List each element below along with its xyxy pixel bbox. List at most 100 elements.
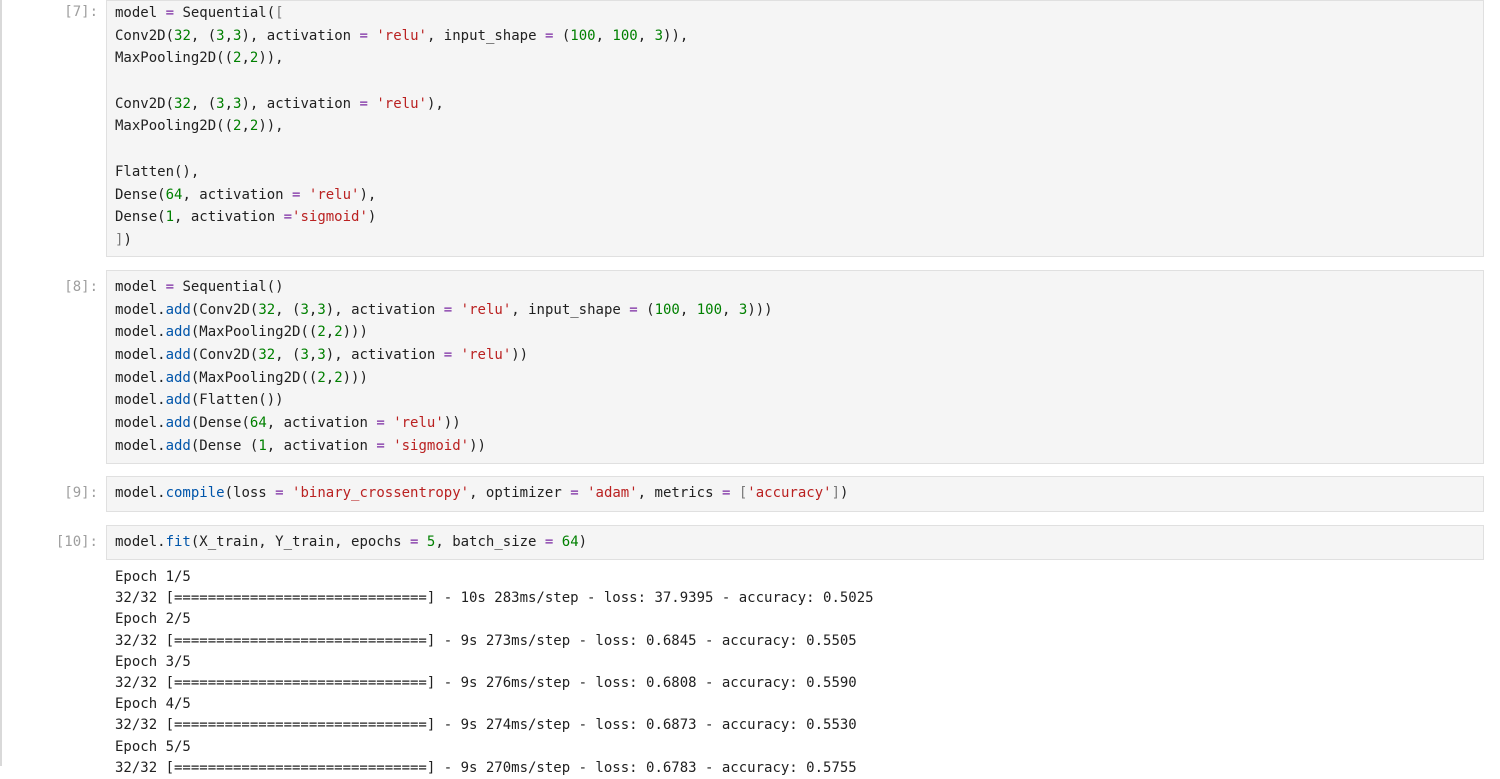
code-token: (Dense( (190, 415, 250, 432)
code-cell-input[interactable]: model = Sequential([Conv2D(32, (3,3), ac… (106, 0, 1484, 257)
cell-prompt: [10]: (55, 534, 98, 550)
code-cell-input[interactable]: model.fit(X_train, Y_train, epochs = 5, … (106, 525, 1484, 560)
code-token: 3 (317, 301, 326, 318)
code-token: model. (115, 415, 166, 432)
code-token: 3 (216, 95, 225, 112)
code-line: model = Sequential() (115, 276, 773, 299)
code-token: add (165, 437, 191, 454)
code-token: )) (443, 415, 461, 432)
code-token: ( (637, 301, 655, 318)
cell-prompt: [9]: (64, 485, 98, 501)
code-token: add (165, 324, 191, 341)
code-editor[interactable]: model.fit(X_train, Y_train, epochs = 5, … (115, 531, 587, 554)
code-cell-input[interactable]: model = Sequential() model.add(Conv2D(32,… (106, 270, 1484, 464)
code-token: (Conv2D( (190, 301, 259, 318)
output-line: 32/32 [==============================] -… (115, 674, 857, 691)
code-token: , batch_size (435, 534, 545, 550)
code-token: 1 (165, 209, 175, 226)
code-token: model. (115, 485, 166, 501)
code-token: ))) (342, 324, 368, 341)
code-token: = (165, 279, 175, 295)
code-token: 'relu' (460, 301, 512, 318)
code-token: 2 (317, 324, 326, 341)
code-token: ), activation (241, 95, 360, 112)
code-token: add (165, 415, 191, 432)
cell-prompt: [7]: (64, 4, 98, 20)
code-token: 'binary_crossentropy' (292, 485, 470, 501)
output-line: 32/32 [==============================] -… (115, 590, 874, 607)
code-token: [ (275, 5, 284, 21)
code-line: model.compile(loss = 'binary_crossentrop… (115, 482, 848, 505)
code-token: 32 (174, 95, 191, 112)
code-token: = (283, 209, 293, 226)
code-token: ), activation (325, 301, 444, 318)
code-token: 1 (258, 437, 267, 454)
code-token: )), (663, 27, 689, 44)
code-token: 3 (300, 347, 309, 364)
code-token: ) (123, 231, 132, 248)
code-token: 'relu' (460, 347, 512, 364)
code-token: (Conv2D( (190, 347, 259, 364)
code-token: add (165, 369, 191, 386)
code-token: , (325, 324, 335, 341)
code-editor[interactable]: model = Sequential() model.add(Conv2D(32,… (115, 276, 773, 458)
code-token: = (443, 301, 453, 318)
code-token: ] (831, 485, 841, 501)
code-token: , (637, 27, 655, 44)
code-token: add (165, 301, 191, 318)
code-token: add (165, 347, 191, 364)
code-token: ))) (342, 369, 368, 386)
code-token: , input_shape (511, 301, 630, 318)
code-token: 100 (654, 301, 680, 318)
code-token: 'relu' (308, 186, 360, 203)
code-token: (Flatten()) (190, 392, 284, 409)
code-editor[interactable]: model.compile(loss = 'binary_crossentrop… (115, 482, 848, 505)
code-token: = (275, 485, 284, 501)
code-token: , metrics (637, 485, 722, 501)
cell-prompt: [8]: (64, 279, 98, 295)
code-line: ]) (115, 229, 688, 252)
code-token: , input_shape (426, 27, 545, 44)
code-line: model.fit(X_train, Y_train, epochs = 5, … (115, 531, 587, 554)
code-token: = (629, 301, 638, 318)
code-token: 100 (570, 27, 596, 44)
output-line: Epoch 2/5 (115, 611, 191, 628)
code-token: , (722, 301, 739, 318)
code-token: Sequential() (174, 279, 284, 295)
code-token: )), (258, 118, 284, 135)
output-line: Epoch 4/5 (115, 696, 191, 713)
code-token: , ( (190, 95, 217, 112)
code-token: , ( (275, 347, 301, 364)
code-token: ), (359, 186, 377, 203)
code-token: (MaxPooling2D(( (190, 324, 318, 341)
code-token: 2 (334, 324, 343, 341)
code-token: 100 (696, 301, 723, 318)
code-editor[interactable]: model = Sequential([Conv2D(32, (3,3), ac… (115, 2, 688, 252)
code-token: = (570, 485, 579, 501)
code-line: model.add(MaxPooling2D((2,2))) (115, 367, 773, 390)
code-token: ), activation (241, 27, 360, 44)
code-line: model.add(Conv2D(32, (3,3), activation =… (115, 299, 773, 322)
code-token: , (241, 118, 250, 135)
code-token: 'sigmoid' (292, 209, 368, 226)
code-token: model. (115, 301, 166, 318)
code-line: model = Sequential([ (115, 2, 688, 25)
code-line: Dense(1, activation ='sigmoid') (115, 206, 688, 229)
code-token: (loss (224, 485, 276, 501)
notebook-left-border (0, 0, 2, 766)
code-cell-input[interactable]: model.compile(loss = 'binary_crossentrop… (106, 476, 1484, 512)
code-token: model. (115, 324, 166, 341)
code-token: 'relu' (376, 95, 427, 112)
code-token: 64 (165, 186, 183, 203)
code-token: Sequential( (174, 5, 276, 21)
code-token: ) (367, 209, 377, 226)
code-token: 2 (334, 369, 343, 386)
code-token: fit (165, 534, 191, 550)
code-line: MaxPooling2D((2,2)), (115, 47, 688, 70)
code-token: model (115, 279, 166, 295)
